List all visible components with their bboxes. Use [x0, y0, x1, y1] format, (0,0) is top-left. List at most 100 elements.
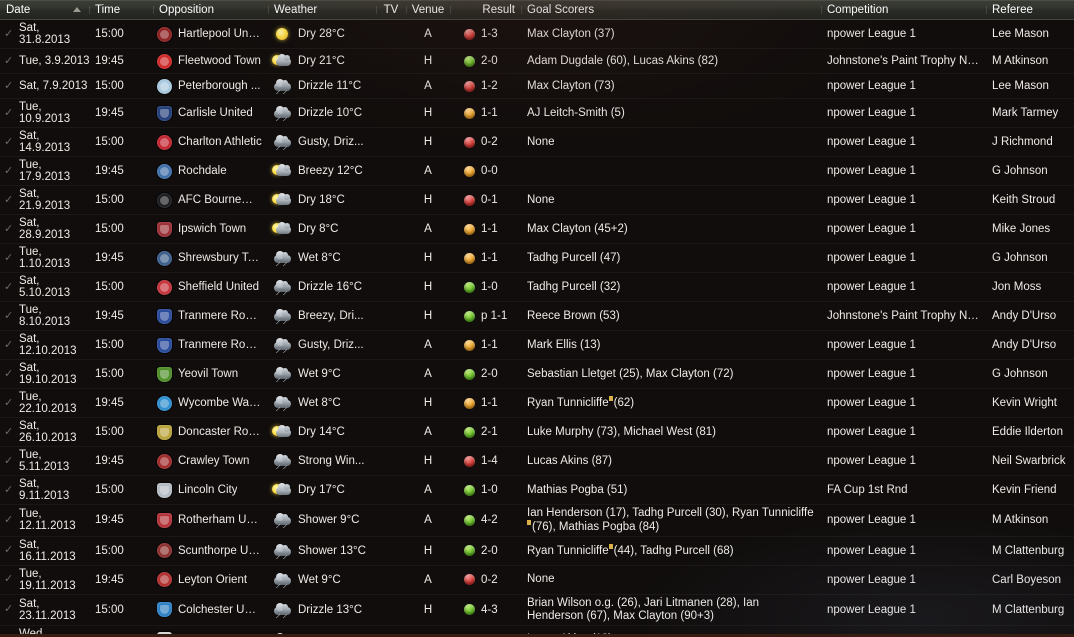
- table-row[interactable]: ✓ Tue, 19.11.2013 19:45 Leyton Orient Wet 9°C…: [0, 565, 1074, 595]
- referee-name: G Johnson: [992, 368, 1048, 380]
- table-row[interactable]: ✓ Tue, 1.10.2013 19:45 Shrewsbury To... Wet 8…: [0, 244, 1074, 273]
- opposition-name[interactable]: Tranmere Rovers: [178, 310, 262, 322]
- column-header-competition[interactable]: Competition: [821, 4, 986, 16]
- table-row[interactable]: ✓ Sat, 9.11.2013 15:00 Lincoln City Dry 17°C A…: [0, 476, 1074, 505]
- column-header-date[interactable]: Date: [0, 4, 89, 16]
- table-row[interactable]: ✓ Sat, 5.10.2013 15:00 Sheffield United Drizz…: [0, 273, 1074, 302]
- weather-rain-cloud-icon: [272, 602, 292, 618]
- result-draw-indicator-icon: [464, 252, 475, 264]
- fixture-date: Tue, 22.10.2013: [19, 391, 77, 415]
- booking-card-icon: [527, 520, 531, 525]
- opposition-name[interactable]: Carlisle United: [178, 107, 253, 119]
- cell-referee: Mark Tarmey: [986, 103, 1074, 123]
- opposition-name[interactable]: Leyton Orient: [178, 574, 247, 586]
- opposition-name[interactable]: Lincoln City: [178, 484, 237, 496]
- weather-text: Wet 9°C: [298, 368, 341, 380]
- opposition-name[interactable]: Peterborough ...: [178, 80, 260, 92]
- opposition-name[interactable]: AFC Bournemo...: [178, 194, 262, 206]
- table-row[interactable]: ✓ Tue, 17.9.2013 19:45 Rochdale Breezy 12°C A 0…: [0, 157, 1074, 186]
- table-row[interactable]: ✓ Tue, 10.9.2013 19:45 Carlisle United Drizzl…: [0, 99, 1074, 128]
- table-row[interactable]: ✓ Sat, 7.9.2013 15:00 Peterborough ... Drizz…: [0, 74, 1074, 99]
- cell-result: 0-2: [450, 132, 521, 152]
- sort-ascending-icon[interactable]: [73, 7, 81, 12]
- column-header-time[interactable]: Time: [89, 4, 153, 16]
- opposition-name[interactable]: Charlton Athletic: [178, 136, 262, 148]
- table-row[interactable]: ✓ Sat, 26.10.2013 15:00 Doncaster Rov... Dry …: [0, 418, 1074, 447]
- club-badge-icon: [157, 134, 172, 150]
- cell-date: ✓ Sat, 19.10.2013: [0, 360, 89, 388]
- fixture-time: 15:00: [95, 603, 124, 616]
- club-badge-icon: [157, 250, 172, 266]
- table-row[interactable]: ✓ Tue, 22.10.2013 19:45 Wycombe Wan... Wet 8°…: [0, 389, 1074, 418]
- column-header-goal-scorers[interactable]: Goal Scorers: [521, 4, 821, 16]
- referee-name: Mark Tarmey: [992, 107, 1059, 119]
- table-row[interactable]: ✓ Sat, 16.11.2013 15:00 Scunthorpe Uni... Sho…: [0, 536, 1074, 566]
- weather-rain-cloud-icon: [272, 279, 292, 295]
- goal-scorers-text: Brian Wilson o.g. (26), Jari Litmanen (2…: [527, 596, 760, 622]
- fixture-time: 19:45: [95, 252, 124, 264]
- cell-date: ✓ Tue, 12.11.2013: [0, 506, 89, 534]
- opposition-name[interactable]: Wycombe Wan...: [178, 397, 262, 409]
- table-row[interactable]: ✓ Tue, 5.11.2013 19:45 Crawley Town Strong Wi…: [0, 447, 1074, 476]
- opposition-name[interactable]: Colchester Unit...: [178, 604, 262, 616]
- result-loss-indicator-icon: [464, 136, 475, 148]
- cell-competition: npower League 1: [821, 132, 986, 152]
- competition-name: npower League 1: [827, 223, 916, 235]
- cell-referee: M Clattenburg: [986, 541, 1074, 561]
- fixture-venue: H: [423, 136, 433, 148]
- table-row[interactable]: ✓ Sat, 21.9.2013 15:00 AFC Bournemo... Dry 18…: [0, 186, 1074, 215]
- opposition-name[interactable]: Sheffield United: [178, 281, 259, 293]
- opposition-name[interactable]: Yeovil Town: [178, 368, 238, 380]
- table-row[interactable]: ✓ Tue, 12.11.2013 19:45 Rotherham Uni... Show…: [0, 505, 1074, 537]
- column-header-opposition[interactable]: Opposition: [153, 4, 268, 16]
- opposition-name[interactable]: Shrewsbury To...: [178, 252, 262, 264]
- cell-goal-scorers: Tadhg Purcell (47): [521, 248, 821, 268]
- opposition-name[interactable]: Crawley Town: [178, 455, 249, 467]
- competition-name: npower League 1: [827, 544, 916, 557]
- cell-referee: Mike Jones: [986, 219, 1074, 239]
- fixture-venue: A: [424, 573, 432, 586]
- result-draw-indicator-icon: [464, 107, 475, 119]
- fixture-date: Sat, 16.11.2013: [19, 538, 76, 563]
- competition-name: npower League 1: [827, 514, 916, 527]
- fixture-tv: [376, 335, 406, 355]
- opposition-name[interactable]: Hartlepool Unit...: [178, 28, 262, 40]
- cell-result: 1-1: [450, 393, 521, 413]
- fixture-tv: [376, 277, 406, 297]
- opposition-name[interactable]: Fleetwood Town: [178, 55, 261, 67]
- table-row[interactable]: ✓ Tue, 8.10.2013 19:45 Tranmere Rovers Breezy…: [0, 302, 1074, 331]
- opposition-name[interactable]: Doncaster Rov...: [178, 426, 262, 438]
- competition-name: npower League 1: [827, 603, 916, 616]
- opposition-name[interactable]: Rotherham Uni...: [178, 514, 262, 526]
- cell-weather: Dry 17°C: [268, 480, 376, 500]
- table-row[interactable]: ✓ Sat, 19.10.2013 15:00 Yeovil Town Wet 9°C A 2…: [0, 360, 1074, 389]
- column-header-referee[interactable]: Referee: [986, 4, 1074, 16]
- result-score: 1-4: [481, 455, 498, 467]
- fixture-venue: A: [424, 165, 432, 177]
- column-header-weather[interactable]: Weather: [268, 4, 376, 16]
- goal-scorers-text: Max Clayton (37): [527, 27, 615, 40]
- cell-weather: Strong Win...: [268, 451, 376, 471]
- table-row[interactable]: ✓ Sat, 28.9.2013 15:00 Ipswich Town Dry 8°C A 1…: [0, 215, 1074, 244]
- fixtures-row-list: ✓ Sat, 31.8.2013 15:00 Hartlepool Unit... Dry…: [0, 20, 1074, 637]
- table-row[interactable]: ✓ Sat, 23.11.2013 15:00 Colchester Unit... Dr…: [0, 594, 1074, 626]
- played-check-icon: ✓: [4, 280, 14, 293]
- cell-date: ✓ Tue, 8.10.2013: [0, 302, 89, 330]
- fixtures-panel: Date Time Opposition Weather TV Venue Re…: [0, 0, 1074, 637]
- column-header-tv[interactable]: TV: [376, 4, 406, 16]
- cell-weather: Dry 14°C: [268, 422, 376, 442]
- table-row[interactable]: ✓ Sat, 12.10.2013 15:00 Tranmere Rovers Gusty…: [0, 331, 1074, 360]
- fixture-venue: A: [424, 28, 432, 40]
- column-header-venue[interactable]: Venue: [406, 4, 450, 16]
- table-row[interactable]: ✓ Sat, 14.9.2013 15:00 Charlton Athletic Gust…: [0, 128, 1074, 157]
- opposition-name[interactable]: Scunthorpe Uni...: [178, 545, 262, 557]
- opposition-name[interactable]: Rochdale: [178, 165, 227, 177]
- referee-name: Kevin Friend: [992, 484, 1057, 496]
- table-row[interactable]: ✓ Sat, 31.8.2013 15:00 Hartlepool Unit... Dry…: [0, 20, 1074, 49]
- opposition-name[interactable]: Ipswich Town: [178, 223, 246, 235]
- table-row[interactable]: ✓ Tue, 3.9.2013 19:45 Fleetwood Town Dry 21°…: [0, 49, 1074, 74]
- column-header-result[interactable]: Result: [450, 4, 521, 16]
- goal-scorers-text: Max Clayton (45+2): [527, 222, 628, 235]
- fixture-time: 19:45: [95, 514, 124, 527]
- opposition-name[interactable]: Tranmere Rovers: [178, 339, 262, 351]
